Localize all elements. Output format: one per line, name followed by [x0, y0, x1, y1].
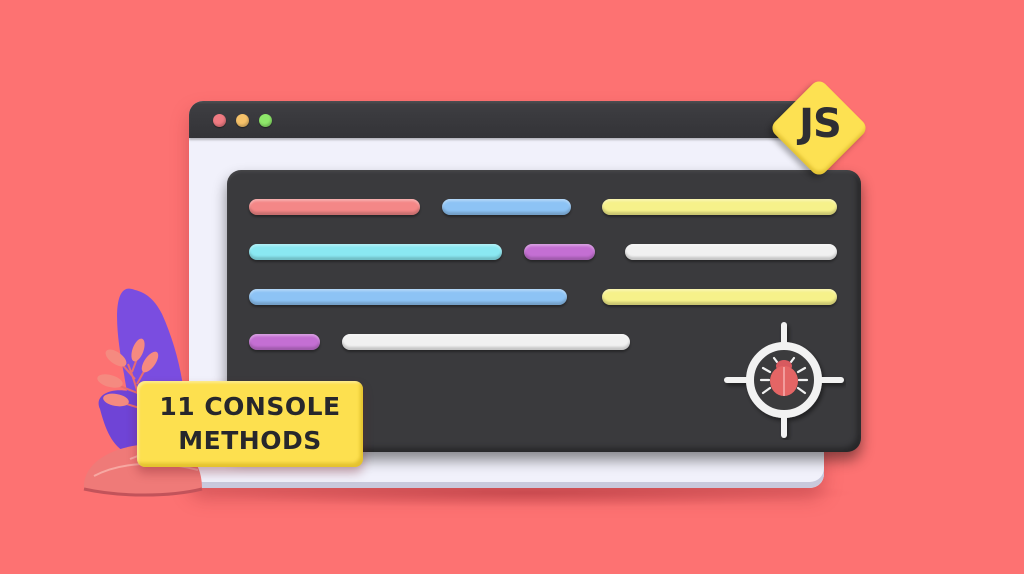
code-line-bar	[524, 244, 595, 260]
js-badge-text: JS	[799, 101, 842, 147]
code-line-bar	[249, 199, 420, 215]
code-line-bar	[602, 199, 837, 215]
maximize-dot[interactable]	[259, 114, 272, 127]
code-line-bar	[249, 244, 502, 260]
title-line-1: 11 CONSOLE	[159, 392, 341, 421]
code-line-bar	[602, 289, 837, 305]
code-line-bar	[249, 334, 320, 350]
title-bar	[189, 101, 824, 138]
code-line-bar	[625, 244, 837, 260]
close-dot[interactable]	[213, 114, 226, 127]
minimize-dot[interactable]	[236, 114, 249, 127]
title-line-2: METHODS	[178, 426, 322, 455]
title-label: 11 CONSOLE METHODS	[137, 381, 363, 467]
debug-target	[724, 322, 844, 438]
code-line-bar	[442, 199, 571, 215]
code-line-bar	[342, 334, 630, 350]
code-line-bar	[249, 289, 567, 305]
